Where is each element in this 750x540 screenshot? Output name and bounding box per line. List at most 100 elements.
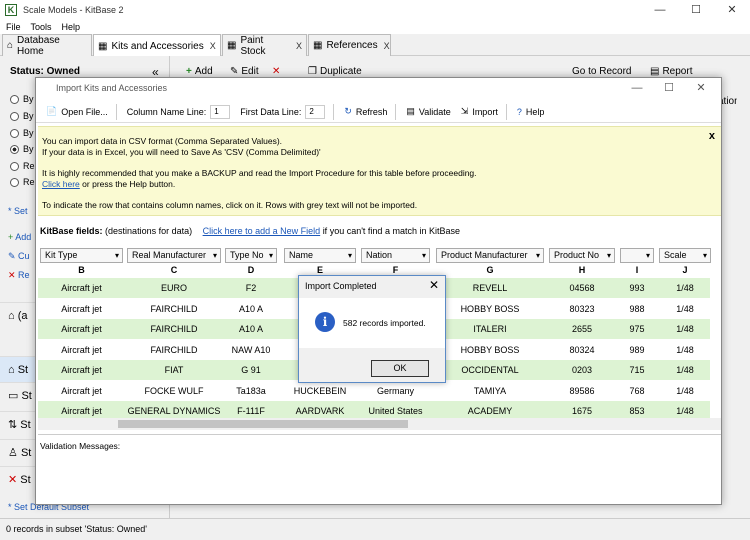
tab-close-icon[interactable]: X [210,41,216,51]
add-new-field-link[interactable]: Click here to add a New Field [203,226,321,236]
field-select-empty[interactable] [620,248,654,263]
radio-option[interactable]: By [10,111,34,121]
subset-row[interactable]: ♙ St [0,439,35,465]
table-cell: FOCKE WULF [144,385,204,396]
report-button[interactable]: ▤ Report [650,66,692,77]
import-label: Import [472,106,498,117]
column-letter[interactable]: C [127,265,221,275]
table-cell: Aircraft jet [61,324,102,334]
scrollbar-thumb[interactable] [118,420,408,428]
import-button[interactable]: ⇲ Import [461,106,498,117]
subset-label: (a [17,309,28,322]
table-cell: Aircraft jet [61,365,102,375]
person-icon: ♙ [8,447,18,459]
field-select-scale[interactable]: Scale [659,248,711,263]
set-link[interactable]: * Set [8,206,28,216]
radio-label: By [23,144,34,154]
refresh-button[interactable]: ↻ Refresh [344,106,387,117]
field-select-nation[interactable]: Nation [361,248,430,263]
radio-option[interactable]: By [10,144,34,154]
column-letter[interactable]: F [361,265,430,275]
grid-vertical-scrollbar[interactable] [710,295,721,430]
open-file-button[interactable]: 📄 Open File... [46,106,108,117]
field-select-type-no[interactable]: Type No [225,248,277,263]
table-cell: AARDVARK [295,406,345,416]
tab-label: Database Home [17,34,60,57]
column-letter[interactable]: E [284,265,356,275]
validate-button[interactable]: ▤ Validate [406,106,450,117]
dialog-close-button[interactable]: ✕ [685,78,717,98]
column-name-line-input[interactable] [210,104,231,119]
table-cell: G 91 [241,365,261,375]
ok-button[interactable]: OK [371,360,429,377]
customize-link[interactable]: ✎ Cu [8,251,30,262]
column-letter[interactable]: G [436,265,544,275]
refresh-icon: ↻ [344,106,352,116]
grid-horizontal-scrollbar[interactable] [38,418,721,430]
dialog-minimize-button[interactable]: — [621,78,653,98]
field-select-product-no[interactable]: Product No [549,248,615,263]
add-button[interactable]: + Add [186,66,213,77]
menu-tools[interactable]: Tools [31,22,52,32]
info-panel: x You can import data in CSV format (Com… [38,126,721,216]
folder-icon: 📄 [46,106,58,116]
help-button[interactable]: ? Help [517,107,545,117]
validate-label: Validate [418,106,451,117]
tab-close-icon[interactable]: X [384,41,390,51]
subset-row-selected[interactable]: ⌂ St [0,356,35,382]
goto-record-button[interactable]: Go to Record [572,66,631,77]
menu-file[interactable]: File [6,22,21,32]
duplicate-label: Duplicate [319,66,362,77]
field-select-real-manufacturer[interactable]: Real Manufacturer [127,248,221,263]
help-link[interactable]: Click here [42,179,80,189]
table-cell: Aircraft jet [61,344,102,355]
close-window-button[interactable]: ✕ [714,0,750,20]
grid-icon: ▦ [313,40,323,51]
info-close-button[interactable]: x [709,131,715,142]
column-letter[interactable]: I [620,265,654,275]
table-cell: TAMIYA [473,385,507,396]
tab-database-home[interactable]: ⌂ Database Home [2,34,92,57]
tab-close-icon[interactable]: X [296,41,302,51]
radio-option[interactable]: By [10,94,34,104]
menu-help[interactable]: Help [62,22,81,32]
delete-button[interactable]: ✕ [272,66,280,77]
radio-option[interactable]: By [10,128,34,138]
main-scrollbar[interactable] [737,80,750,518]
minimize-button[interactable]: — [642,0,678,20]
tab-bar: ⌂ Database Home ▦ Kits and Accessories X… [0,34,750,57]
radio-label: By [23,128,34,138]
subset-row[interactable]: ⇅ St [0,411,35,437]
table-cell: United States [368,406,423,416]
field-select-product-manufacturer[interactable]: Product Manufacturer [436,248,544,263]
add-link[interactable]: + Add [8,232,31,242]
field-select-kit-type[interactable]: Kit Type [40,248,123,263]
first-data-line-input[interactable] [305,104,326,119]
column-letter[interactable]: B [40,265,123,275]
subset-row[interactable]: ⌂ (a [0,302,35,328]
dialog-maximize-button[interactable]: ☐ [653,78,685,98]
import-icon: ⇲ [460,106,469,116]
kitbase-fields-row: KitBase fields: (destinations for data) … [40,226,460,236]
messagebox-close-button[interactable]: ✕ [429,278,439,292]
tab-references[interactable]: ▦ References X [308,34,391,56]
goto-label: Go to Record [572,66,632,77]
pencil-icon: ✎ [230,66,239,77]
subset-row[interactable]: ✕ St [0,466,35,492]
table-row[interactable]: Aircraft jet FOCKE WULF Ta183a HUCKEBEIN Ger… [38,381,710,401]
column-letter[interactable]: J [659,265,711,275]
column-letter[interactable]: D [225,265,277,275]
tab-kits-and-accessories[interactable]: ▦ Kits and Accessories X [93,34,221,57]
column-letter[interactable]: H [549,265,615,275]
subset-row[interactable]: ▭ St [0,382,35,408]
tab-paint-stock[interactable]: ▦ Paint Stock X [222,34,307,57]
duplicate-button[interactable]: ❐ Duplicate [308,66,362,77]
field-select-name[interactable]: Name [284,248,356,263]
remove-link[interactable]: ✕ Re [8,270,30,281]
maximize-button[interactable]: ☐ [678,0,714,20]
edit-button[interactable]: ✎ Edit [230,66,259,77]
table-cell: 80324 [569,344,595,355]
kitbase-logo-icon: K [5,4,17,16]
menu-bar: File Tools Help [0,20,750,34]
info-icon: i [315,312,335,332]
